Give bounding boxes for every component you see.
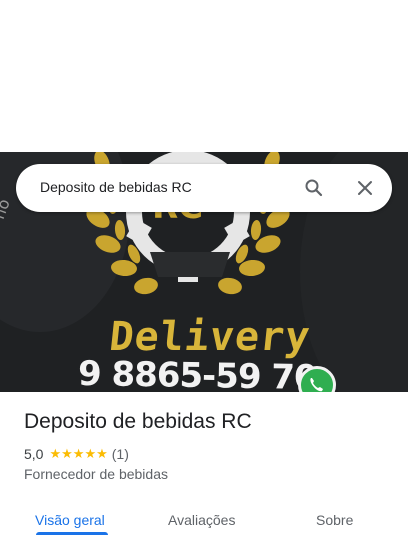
search-bar[interactable]: Deposito de bebidas RC	[16, 164, 392, 212]
tab-overview[interactable]: Visão geral	[35, 512, 105, 528]
tab-reviews[interactable]: Avaliações	[168, 512, 235, 528]
close-icon[interactable]	[353, 176, 377, 200]
rating-value: 5,0	[24, 446, 44, 462]
place-title: Deposito de bebidas RC	[24, 410, 252, 433]
map-blank-area	[0, 0, 408, 152]
star-icon: ★	[96, 446, 108, 461]
tab-bar: Visão geral Avaliações Sobre	[0, 498, 408, 544]
photo-delivery-text: Delivery	[107, 314, 313, 360]
star-icon: ★	[72, 446, 85, 461]
search-input[interactable]: Deposito de bebidas RC	[40, 179, 192, 195]
review-count[interactable]: (1)	[112, 446, 129, 462]
rating-stars: ★ ★ ★ ★ ★	[49, 447, 107, 461]
star-icon: ★	[49, 446, 62, 461]
star-icon: ★	[84, 446, 97, 461]
active-tab-indicator	[36, 532, 108, 535]
tab-about[interactable]: Sobre	[316, 512, 353, 528]
place-info-panel: Deposito de bebidas RC 5,0 ★ ★ ★ ★ ★ (1)…	[0, 392, 408, 544]
star-icon: ★	[61, 446, 73, 461]
place-category[interactable]: Fornecedor de bebidas	[24, 466, 168, 482]
search-icon[interactable]	[302, 176, 326, 200]
rating-row[interactable]: 5,0 ★ ★ ★ ★ ★ (1)	[24, 446, 129, 462]
